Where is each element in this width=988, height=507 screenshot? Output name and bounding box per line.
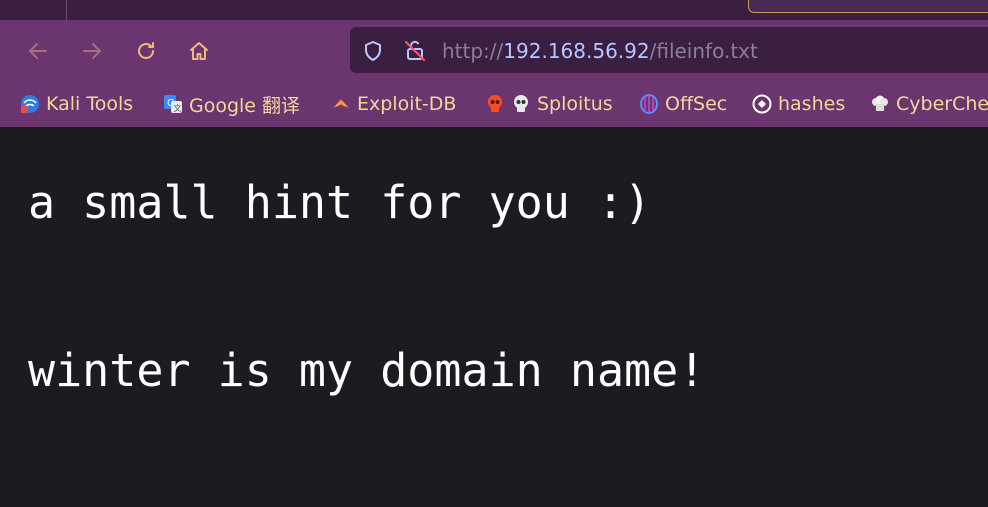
bookmark-cyberchef[interactable]: CyberChe [870,92,988,116]
bookmark-label: Google 翻译 [189,94,301,117]
forward-button[interactable] [79,38,105,64]
skull-icon [488,95,502,112]
url-host: 192.168.56.92 [503,39,650,63]
hashes-icon [752,94,772,114]
insecure-lock-icon [404,40,426,62]
bookmark-label: Kali Tools [46,93,134,115]
exploit-db-icon [333,99,349,108]
bookmark-label: CyberChe [896,93,988,115]
reload-button[interactable] [133,38,159,64]
page-text-line-2: winter is my domain name! [28,344,706,397]
site-info-button[interactable] [402,38,428,64]
home-icon [190,42,208,60]
bookmark-label: OffSec [665,93,728,115]
page-text-line-1: a small hint for you :) [28,176,652,229]
skull-emoji-icon [514,95,528,112]
bookmark-exploit-db[interactable]: Exploit-DB [331,92,456,116]
bookmark-hashes[interactable]: hashes [752,92,845,116]
bookmark-label: Sploitus [537,93,613,115]
bookmark-label: Exploit-DB [357,93,457,115]
back-button[interactable] [25,38,51,64]
bookmark-offsec[interactable]: OffSec [639,92,727,116]
tab-active[interactable] [748,0,988,13]
bookmark-kali-tools[interactable]: Kali Tools [20,92,133,116]
home-button[interactable] [186,38,212,64]
svg-text:文: 文 [174,103,182,113]
url-scheme: http:// [442,39,504,63]
bookmark-google-translate[interactable]: G 文 Google 翻译 [163,92,301,117]
shield-icon [365,41,381,61]
bookmark-sploitus[interactable]: Sploitus [485,92,613,116]
forward-arrow-icon [83,43,101,59]
kali-dragon-icon [21,95,39,113]
tab-separator [66,0,67,20]
chef-hat-icon [872,95,888,111]
url-text[interactable]: http://192.168.56.92/fileinfo.txt [442,38,758,64]
tab-strip [0,0,988,20]
tracking-protection-button[interactable] [360,38,386,64]
reload-icon [138,42,154,59]
bookmark-label: hashes [778,93,846,115]
offsec-icon [640,94,658,114]
url-path: /fileinfo.txt [649,39,758,63]
back-arrow-icon [29,43,47,59]
google-translate-icon: G 文 [164,95,182,113]
